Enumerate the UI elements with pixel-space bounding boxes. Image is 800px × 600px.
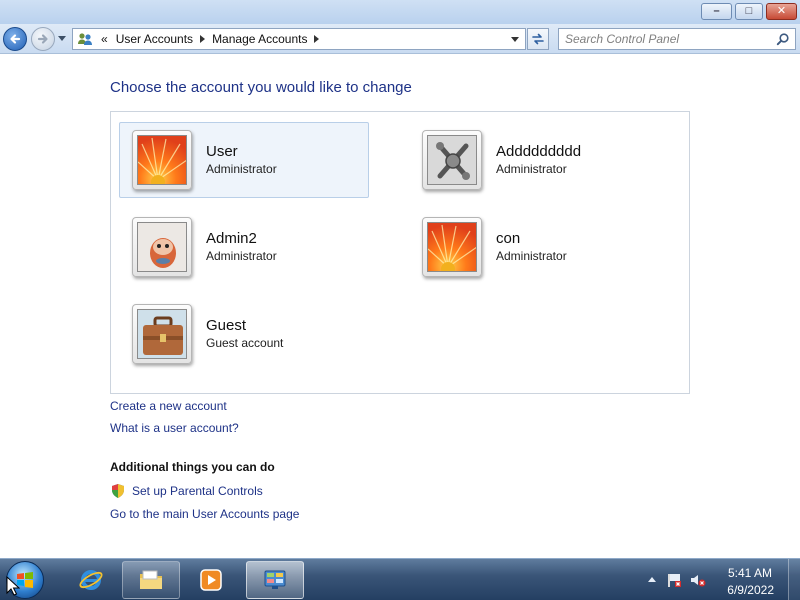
breadcrumb-overflow[interactable]: « [101,32,108,46]
account-name: con [496,230,521,247]
account-picture-frame [132,217,192,277]
arrow-right-icon [37,34,48,44]
fish-picture-icon [137,222,187,272]
taskbar: 5:41 AM 6/9/2022 [0,558,800,600]
account-name: Guest [206,317,247,334]
shield-icon [112,484,124,498]
maximize-icon: □ [745,5,753,17]
account-tile-addddddddd[interactable]: Addddddddd Administrator [409,122,659,198]
taskbar-control-panel[interactable] [246,561,304,599]
account-type: Administrator [496,162,567,176]
close-icon: ✕ [776,5,787,17]
system-tray: 5:41 AM 6/9/2022 [640,559,800,600]
refresh-button[interactable] [527,28,549,50]
folder-icon [140,570,162,589]
control-panel-icon [264,570,286,589]
flower-picture-icon [137,135,187,185]
account-name: Admin2 [206,230,257,247]
refresh-icon [532,33,544,45]
mouse-cursor-icon [6,576,20,596]
internet-explorer-icon [79,570,103,590]
flower-picture-icon [427,222,477,272]
show-desktop-button[interactable] [788,559,800,600]
main-user-accounts-page-link[interactable]: Go to the main User Accounts page [110,507,299,521]
minimize-icon: – [713,5,720,17]
account-picture-frame [422,217,482,277]
breadcrumb-separator-icon[interactable] [200,35,206,43]
close-button[interactable]: ✕ [766,3,797,20]
parental-controls-link[interactable]: Set up Parental Controls [132,484,263,498]
account-type: Administrator [496,249,567,263]
what-is-user-account-link[interactable]: What is a user account? [110,421,239,435]
clock-time[interactable]: 5:41 AM [728,566,772,580]
navigation-bar: « User Accounts Manage Accounts [0,24,800,54]
user-accounts-icon [78,33,92,45]
taskbar-media-player[interactable] [182,561,240,599]
account-type: Administrator [206,249,277,263]
create-account-link[interactable]: Create a new account [110,399,227,413]
main-content: Choose the account you would like to cha… [0,55,800,558]
window-title-bar: – □ ✕ [0,0,800,24]
account-tile-con[interactable]: con Administrator [409,209,659,285]
account-tile-user[interactable]: User Administrator [119,122,369,198]
account-picture-frame [132,304,192,364]
briefcase-picture-icon [137,309,187,359]
account-picture-frame [422,130,482,190]
volume-muted-icon[interactable] [690,572,706,588]
robot-tools-picture-icon [427,135,477,185]
account-type: Administrator [206,162,277,176]
clock-date[interactable]: 6/9/2022 [727,583,774,597]
account-type: Guest account [206,336,284,350]
search-input[interactable] [565,32,773,46]
account-tile-guest[interactable]: Guest Guest account [119,296,369,372]
forward-button[interactable] [31,27,55,51]
address-bar[interactable]: « User Accounts Manage Accounts [72,28,526,50]
back-button[interactable] [3,27,27,51]
recent-pages-dropdown[interactable] [58,36,66,41]
account-name: Addddddddd [496,143,582,160]
account-name: User [206,143,238,160]
account-picture-frame [132,130,192,190]
action-center-flag-icon[interactable] [666,572,682,588]
maximize-button[interactable]: □ [735,3,763,20]
show-hidden-icons-icon[interactable] [648,577,656,582]
breadcrumb-manage-accounts[interactable]: Manage Accounts [212,32,307,46]
breadcrumb-separator-icon[interactable] [314,35,320,43]
additional-things-heading: Additional things you can do [110,460,275,474]
taskbar-windows-explorer[interactable] [122,561,180,599]
minimize-button[interactable]: – [701,3,732,20]
media-player-icon [200,569,222,591]
arrow-left-icon [10,34,21,44]
search-box[interactable] [558,28,796,50]
address-history-chevron-icon[interactable] [511,37,519,42]
page-title: Choose the account you would like to cha… [110,79,412,96]
account-tile-admin2[interactable]: Admin2 Administrator [119,209,369,285]
accounts-panel: User Administrator Addddddddd Administra [110,111,690,394]
breadcrumb-user-accounts[interactable]: User Accounts [116,32,193,46]
search-icon[interactable] [776,32,790,46]
taskbar-internet-explorer[interactable] [62,561,120,599]
